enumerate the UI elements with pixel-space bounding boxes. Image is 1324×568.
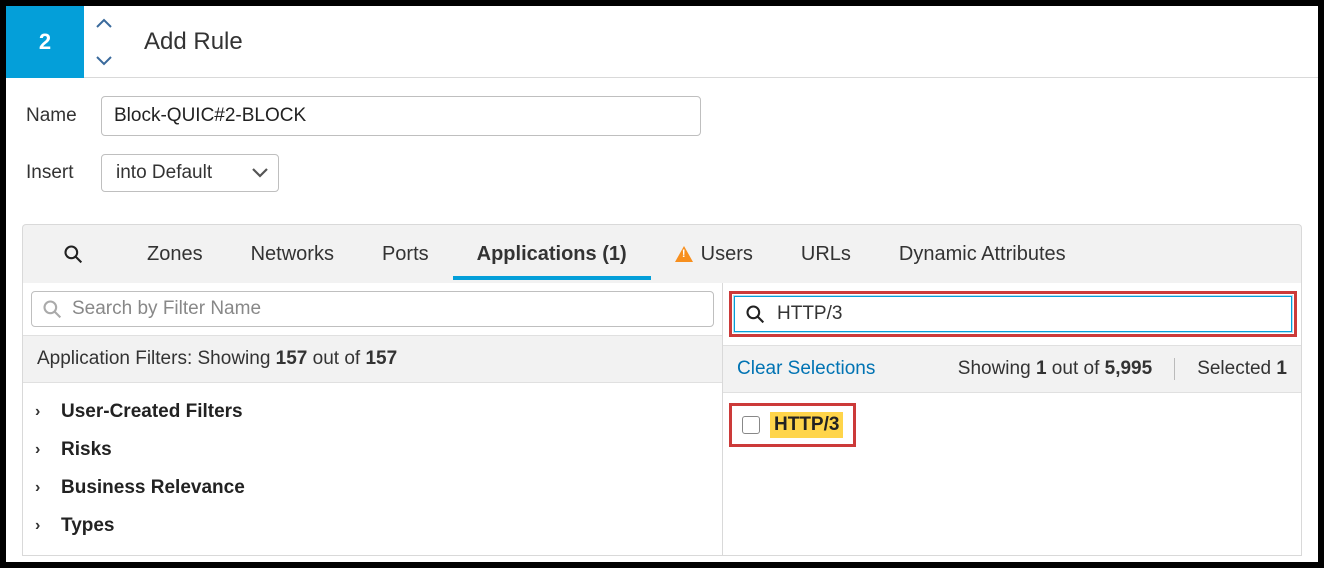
search-icon (42, 299, 62, 319)
tab-ports[interactable]: Ports (358, 229, 453, 280)
selected-label: Selected (1197, 358, 1276, 379)
tab-users-label: Users (701, 243, 753, 266)
name-input[interactable] (101, 96, 701, 136)
tab-urls[interactable]: URLs (777, 229, 875, 280)
caret-right-icon: › (35, 403, 49, 421)
tab-zones[interactable]: Zones (123, 229, 227, 280)
applications-panel: Application Filters: Showing 157 out of … (22, 283, 1302, 556)
search-icon (63, 244, 83, 264)
filter-types[interactable]: › Types (29, 507, 716, 545)
filter-list: › User-Created Filters › Risks › Business R… (23, 383, 722, 555)
app-result-highlight: HTTP/3 (729, 403, 856, 447)
app-search-highlight (729, 291, 1297, 337)
showing-prefix: Showing (958, 358, 1036, 379)
tabs-container: Zones Networks Ports Applications (1) Us… (22, 224, 1302, 283)
insert-select[interactable]: into Default (101, 154, 279, 192)
filter-label: Types (61, 515, 115, 537)
tab-search-area[interactable] (23, 244, 123, 264)
warning-icon (675, 246, 693, 262)
showing-total: 5,995 (1105, 358, 1153, 379)
tab-applications[interactable]: Applications (1) (453, 229, 651, 280)
caret-right-icon: › (35, 479, 49, 497)
showing-count: 1 (1036, 358, 1047, 379)
dialog-header: 2 Add Rule (6, 6, 1318, 78)
filters-status-mid: out of (307, 348, 365, 369)
filters-status: Application Filters: Showing 157 out of … (23, 335, 722, 383)
filter-business-relevance[interactable]: › Business Relevance (29, 469, 716, 507)
insert-label: Insert (26, 162, 101, 184)
rule-order-controls (84, 6, 124, 78)
filter-search-input[interactable] (72, 298, 703, 320)
filter-risks[interactable]: › Risks (29, 431, 716, 469)
tab-users[interactable]: Users (651, 229, 777, 280)
app-checkbox[interactable] (742, 416, 760, 434)
filters-status-prefix: Application Filters: Showing (37, 348, 276, 369)
apps-status: Clear Selections Showing 1 out of 5,995 … (723, 345, 1301, 393)
filters-pane: Application Filters: Showing 157 out of … (23, 283, 723, 555)
caret-right-icon: › (35, 517, 49, 535)
chevron-up-icon[interactable] (96, 18, 112, 28)
app-search[interactable] (734, 296, 1292, 332)
filter-user-created[interactable]: › User-Created Filters (29, 393, 716, 431)
filters-status-count: 157 (276, 348, 308, 369)
filter-search[interactable] (31, 291, 714, 327)
chevron-down-icon[interactable] (96, 56, 112, 66)
caret-right-icon: › (35, 441, 49, 459)
filters-status-total: 157 (365, 348, 397, 369)
name-label: Name (26, 105, 101, 127)
filter-label: Business Relevance (61, 477, 245, 499)
separator (1174, 358, 1175, 380)
rule-number-badge: 2 (6, 6, 84, 78)
search-icon (745, 304, 765, 324)
tab-networks[interactable]: Networks (227, 229, 358, 280)
app-search-input[interactable] (777, 303, 1281, 325)
filter-label: Risks (61, 439, 112, 461)
tab-dynamic-attributes[interactable]: Dynamic Attributes (875, 229, 1090, 280)
applications-pane: Clear Selections Showing 1 out of 5,995 … (723, 283, 1301, 555)
showing-mid: out of (1047, 358, 1105, 379)
filter-label: User-Created Filters (61, 401, 243, 423)
app-results: HTTP/3 (723, 393, 1301, 457)
form-area: Name Insert into Default (6, 78, 1318, 224)
selected-count: 1 (1276, 358, 1287, 379)
app-result-label[interactable]: HTTP/3 (770, 412, 843, 438)
insert-value: into Default (116, 162, 212, 184)
dialog-title: Add Rule (144, 28, 243, 56)
chevron-down-icon (252, 168, 268, 178)
clear-selections-link[interactable]: Clear Selections (737, 358, 875, 380)
